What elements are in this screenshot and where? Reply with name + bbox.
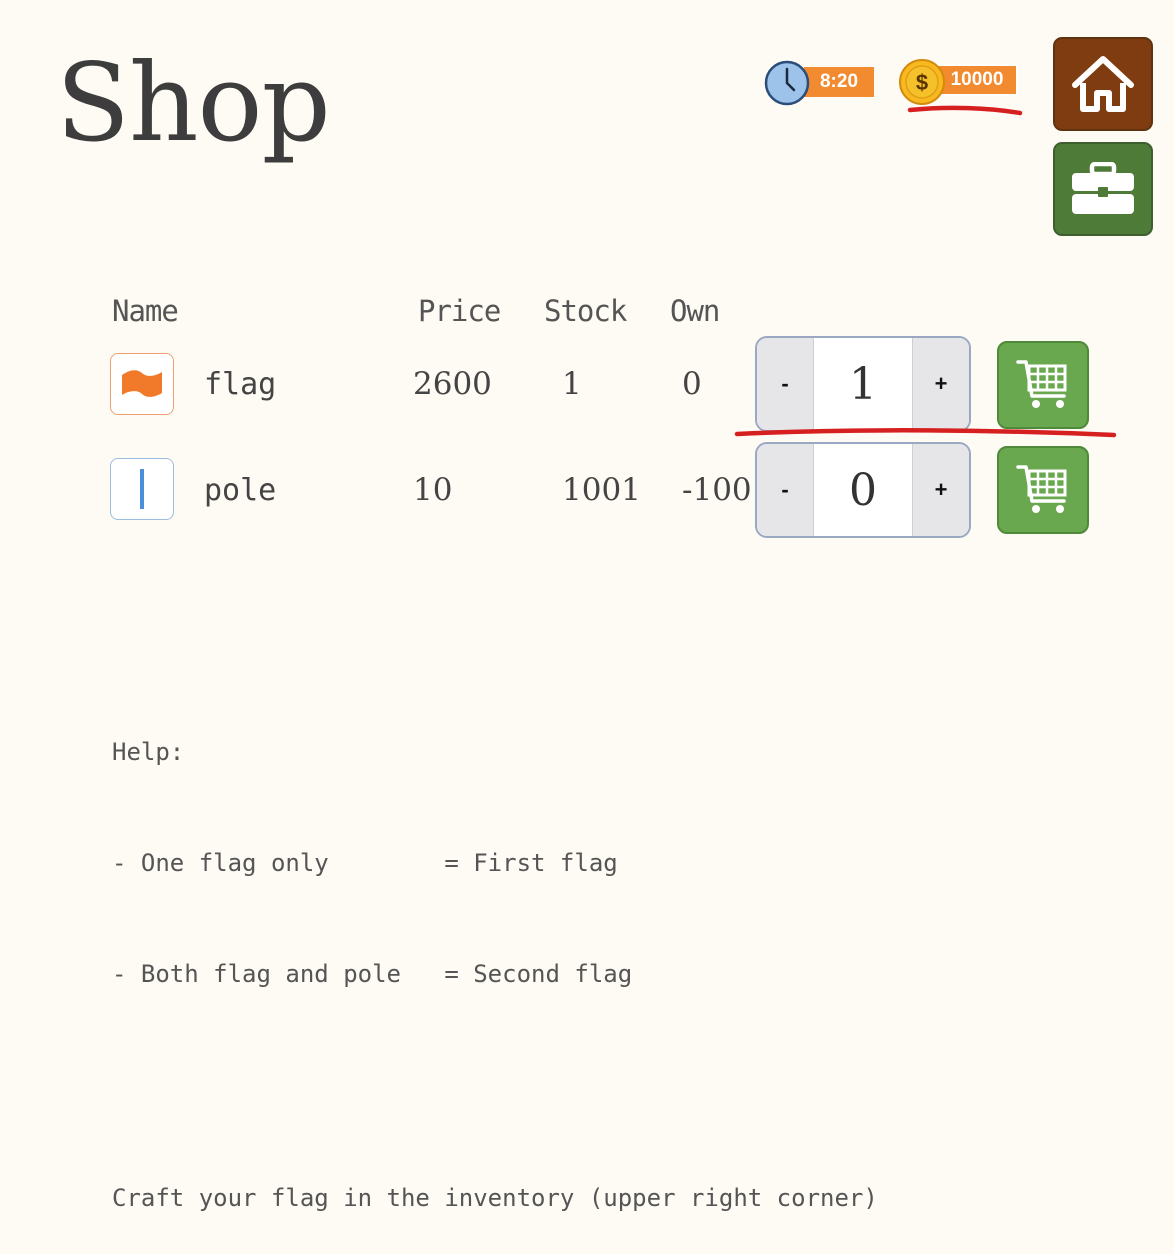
quantity-value[interactable]: 0	[814, 444, 912, 536]
increment-button[interactable]: +	[912, 444, 969, 536]
help-line-1: - One flag only = First flag	[112, 849, 618, 877]
item-own: 0	[682, 366, 702, 402]
clock-icon	[764, 60, 810, 106]
dollar-coin-icon: $	[899, 59, 945, 105]
help-spacer	[112, 1067, 878, 1106]
shopping-cart-icon	[1016, 360, 1067, 408]
help-footer: Craft your flag in the inventory (upper …	[112, 1184, 878, 1212]
quantity-stepper: - 0 +	[755, 442, 971, 538]
item-stock: 1	[562, 366, 582, 402]
pole-icon	[110, 458, 174, 520]
buy-button[interactable]	[997, 341, 1089, 429]
help-text: Help: - One flag only = First flag - Bot…	[112, 660, 878, 1254]
flag-icon	[110, 353, 174, 415]
item-name: flag	[204, 367, 277, 402]
decrement-button[interactable]: -	[757, 444, 814, 536]
item-name: pole	[204, 473, 277, 508]
item-stock: 1001	[562, 472, 641, 508]
quantity-value[interactable]: 1	[814, 338, 912, 430]
shop-table: Name Price Stock Own flag 2600 1 0 - 1 +	[0, 0, 1174, 600]
item-price: 10	[413, 472, 453, 508]
buy-button[interactable]	[997, 446, 1089, 534]
header-stock: Stock	[544, 294, 627, 328]
help-heading: Help:	[112, 738, 185, 766]
header-price: Price	[418, 294, 501, 328]
help-line-2: - Both flag and pole = Second flag	[112, 960, 633, 988]
quantity-stepper: - 1 +	[755, 336, 971, 432]
header-own: Own	[670, 294, 720, 328]
increment-button[interactable]: +	[912, 338, 969, 430]
shopping-cart-icon	[1016, 465, 1067, 513]
decrement-button[interactable]: -	[757, 338, 814, 430]
item-price: 2600	[413, 366, 492, 402]
svg-text:$: $	[916, 70, 928, 95]
item-own: -100	[682, 472, 752, 508]
header-name: Name	[112, 294, 179, 328]
